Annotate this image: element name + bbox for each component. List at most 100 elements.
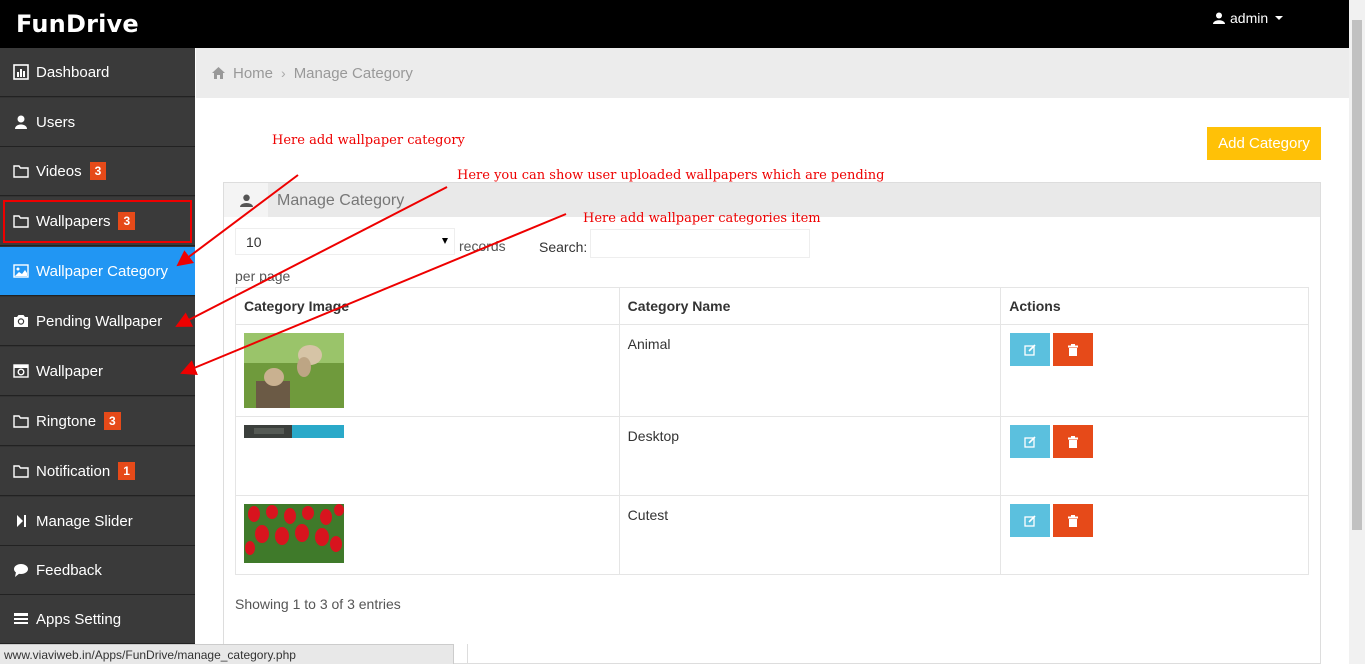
annotation-note: Here add wallpaper category xyxy=(272,133,465,148)
settings-list-icon xyxy=(12,610,30,628)
sidebar-item-manage-slider[interactable]: Manage Slider xyxy=(0,497,195,546)
sidebar-item-pending-wallpaper[interactable]: Pending Wallpaper xyxy=(0,297,195,346)
edit-button[interactable] xyxy=(1010,333,1051,366)
category-image-cell xyxy=(235,324,620,417)
sidebar-item-apps-setting[interactable]: Apps Setting xyxy=(0,595,195,644)
vertical-scrollbar[interactable] xyxy=(1349,0,1365,664)
camera-icon xyxy=(12,312,30,330)
sidebar-item-label: Ringtone xyxy=(36,412,97,430)
divider xyxy=(467,644,468,664)
panel-title: Manage Category xyxy=(277,192,405,209)
category-thumbnail xyxy=(244,333,344,408)
trash-icon xyxy=(1068,435,1079,448)
folder-icon xyxy=(12,462,30,480)
brand-logo[interactable]: FunDrive xyxy=(16,10,139,38)
trash-icon xyxy=(1068,514,1079,527)
bar-chart-icon xyxy=(12,63,30,81)
category-thumbnail xyxy=(244,504,344,563)
sidebar-item-wallpapers[interactable]: Wallpapers 3 xyxy=(0,197,195,246)
column-header-name[interactable]: Category Name xyxy=(618,287,1002,325)
actions-cell xyxy=(1000,416,1309,496)
top-navbar: FunDrive admin xyxy=(0,0,1365,48)
sidebar-item-wallpaper[interactable]: Wallpaper xyxy=(0,347,195,396)
delete-button[interactable] xyxy=(1053,425,1094,458)
user-icon xyxy=(1213,12,1225,24)
comment-icon xyxy=(12,561,30,579)
folder-icon xyxy=(12,412,30,430)
category-table: Category Image Category Name Actions Ani… xyxy=(235,287,1309,575)
user-icon xyxy=(224,183,268,217)
sidebar-item-users[interactable]: Users xyxy=(0,98,195,147)
folder-icon xyxy=(12,162,30,180)
sidebar-item-videos[interactable]: Videos 3 xyxy=(0,147,195,196)
annotation-note: Here add wallpaper categories item xyxy=(583,211,821,226)
sidebar-item-label: Pending Wallpaper xyxy=(36,312,163,330)
browser-status-bar: www.viaviweb.in/Apps/FunDrive/manage_cat… xyxy=(0,644,454,664)
table-info: Showing 1 to 3 of 3 entries xyxy=(235,596,401,612)
dropdown-arrow-icon xyxy=(442,238,448,244)
count-badge: 3 xyxy=(104,412,121,430)
count-badge: 3 xyxy=(89,162,107,180)
edit-button[interactable] xyxy=(1010,425,1051,458)
category-name-cell: Desktop xyxy=(618,416,1002,496)
breadcrumb: Home › Manage Category xyxy=(196,48,1349,98)
category-name-cell: Cutest xyxy=(618,495,1002,575)
sidebar-item-label: Dashboard xyxy=(36,63,110,81)
sidebar-item-label: Manage Slider xyxy=(36,512,133,530)
count-badge: 3 xyxy=(118,212,136,230)
edit-button[interactable] xyxy=(1010,504,1051,537)
category-thumbnail xyxy=(244,425,344,438)
delete-button[interactable] xyxy=(1053,333,1094,366)
column-header-image[interactable]: Category Image xyxy=(235,287,620,325)
sidebar-item-label: Users xyxy=(36,113,76,131)
table-row: Animal xyxy=(235,324,1309,417)
folder-icon xyxy=(12,212,30,230)
sidebar-item-feedback[interactable]: Feedback xyxy=(0,546,195,595)
table-header-row: Category Image Category Name Actions xyxy=(235,287,1309,325)
sidebar-item-wallpaper-category[interactable]: Wallpaper Category xyxy=(0,247,195,296)
image-icon xyxy=(12,262,30,280)
photo-camera-icon xyxy=(12,362,30,380)
sidebar: Dashboard Users Videos 3 Wallpapers 3 Wa… xyxy=(0,48,195,664)
category-image-cell xyxy=(235,416,620,496)
user-name: admin xyxy=(1230,10,1269,26)
actions-cell xyxy=(1000,495,1309,575)
add-category-button[interactable]: Add Category xyxy=(1207,127,1321,160)
page-length-select[interactable]: 10 xyxy=(235,228,455,255)
step-forward-icon xyxy=(12,512,30,530)
actions-cell xyxy=(1000,324,1309,417)
sidebar-item-label: Videos xyxy=(36,162,82,180)
edit-icon xyxy=(1024,343,1036,356)
per-page-label: per page xyxy=(235,268,291,284)
sidebar-item-ringtone[interactable]: Ringtone 3 xyxy=(0,397,195,446)
sidebar-item-label: Wallpapers xyxy=(36,212,111,230)
annotation-note: Here you can show user uploaded wallpape… xyxy=(457,168,885,183)
sidebar-item-dashboard[interactable]: Dashboard xyxy=(0,48,195,97)
table-row: Desktop xyxy=(235,416,1309,496)
chevron-right-icon: › xyxy=(281,65,286,81)
breadcrumb-current: Manage Category xyxy=(293,64,413,82)
delete-button[interactable] xyxy=(1053,504,1094,537)
search-input[interactable] xyxy=(590,229,810,258)
search-label: Search: xyxy=(539,239,588,255)
sidebar-item-label: Feedback xyxy=(36,561,102,579)
breadcrumb-home[interactable]: Home xyxy=(233,65,273,82)
chevron-down-icon xyxy=(1275,16,1284,20)
user-menu[interactable]: admin xyxy=(1213,10,1284,26)
sidebar-item-label: Wallpaper xyxy=(36,362,103,380)
column-header-actions: Actions xyxy=(1000,287,1309,325)
home-icon xyxy=(212,67,225,79)
sidebar-item-label: Apps Setting xyxy=(36,610,122,628)
scrollbar-thumb[interactable] xyxy=(1352,20,1362,530)
trash-icon xyxy=(1068,343,1079,356)
user-icon xyxy=(12,113,30,131)
edit-icon xyxy=(1024,514,1036,527)
sidebar-item-label: Wallpaper Category xyxy=(36,262,169,280)
count-badge: 1 xyxy=(118,462,135,480)
category-name-cell: Animal xyxy=(618,324,1002,417)
category-image-cell xyxy=(235,495,620,575)
sidebar-item-notification[interactable]: Notification 1 xyxy=(0,447,195,496)
page-length-value: 10 xyxy=(246,233,262,250)
sidebar-item-label: Notification xyxy=(36,462,111,480)
table-row: Cutest xyxy=(235,495,1309,575)
